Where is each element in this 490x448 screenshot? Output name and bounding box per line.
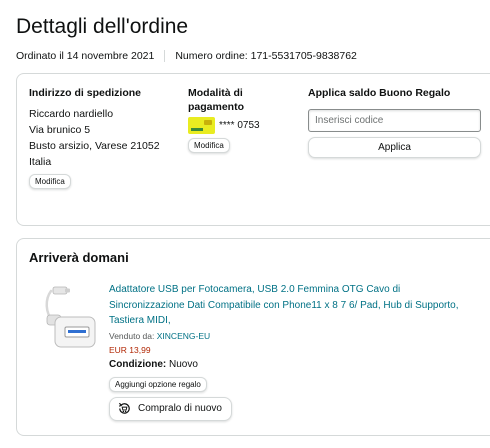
add-gift-option-button[interactable]: Aggiungi opzione regalo: [109, 376, 207, 392]
divider: [164, 50, 166, 62]
card-number: **** 0753: [219, 120, 260, 131]
address-line: Busto arsizio, Varese 21052: [29, 140, 160, 152]
shipping-address-section: Indirizzo di spedizione Riccardo nardiel…: [29, 86, 179, 189]
product-title-link[interactable]: Adattatore USB per Fotocamera, USB 2.0 F…: [109, 282, 469, 329]
delivery-status: Arriverà domani: [29, 250, 129, 265]
payment-method-title: Modalità di pagamento: [188, 86, 288, 114]
edit-payment-button[interactable]: Modifica: [188, 138, 230, 153]
order-meta: Ordinato il 14 novembre 2021 Numero ordi…: [16, 50, 357, 62]
shipment-card: Arriverà domani Adattatore USB per Fotoc…: [16, 238, 490, 436]
buy-again-button[interactable]: Compralo di nuovo: [109, 396, 232, 421]
seller-info: Venduto da: XINCENG-EU: [109, 331, 469, 341]
product-info: Adattatore USB per Fotocamera, USB 2.0 F…: [109, 282, 469, 421]
gift-card-section: Applica saldo Buono Regalo Inserisci cod…: [308, 86, 481, 158]
condition-value: Nuovo: [169, 358, 198, 370]
buy-again-label: Compralo di nuovo: [138, 403, 222, 414]
apply-gift-button[interactable]: Applica: [308, 137, 481, 158]
seller-link[interactable]: XINCENG-EU: [157, 331, 210, 341]
payment-title-line: pagamento: [188, 101, 245, 113]
page-title: Dettagli dell'ordine: [16, 15, 189, 38]
gift-code-input[interactable]: Inserisci codice: [308, 109, 481, 132]
sold-by-label: Venduto da:: [109, 330, 155, 341]
reorder-icon: [118, 402, 130, 414]
credit-card-icon: [188, 117, 215, 134]
order-number: Numero ordine: 171-5531705-9838762: [175, 50, 357, 62]
shipping-address: Riccardo nardiello Via brunico 5 Busto a…: [29, 106, 179, 170]
product-condition: Condizione: Nuovo: [109, 359, 469, 370]
payment-method-section: Modalità di pagamento **** 0753 Modifica: [188, 86, 288, 153]
condition-label: Condizione:: [109, 358, 167, 370]
product-image[interactable]: [41, 285, 99, 351]
product-price: EUR 13,99: [109, 344, 151, 355]
gift-card-title: Applica saldo Buono Regalo: [308, 87, 451, 99]
payment-card: **** 0753: [188, 117, 288, 134]
edit-address-button[interactable]: Modifica: [29, 174, 71, 189]
shipping-address-title: Indirizzo di spedizione: [29, 87, 142, 99]
address-line: Riccardo nardiello: [29, 108, 114, 120]
order-date: Ordinato il 14 novembre 2021: [16, 50, 155, 62]
address-line: Via brunico 5: [29, 124, 91, 136]
payment-title-line: Modalità di: [188, 87, 243, 99]
address-line: Italia: [29, 156, 52, 168]
order-summary-card: Indirizzo di spedizione Riccardo nardiel…: [16, 73, 490, 226]
